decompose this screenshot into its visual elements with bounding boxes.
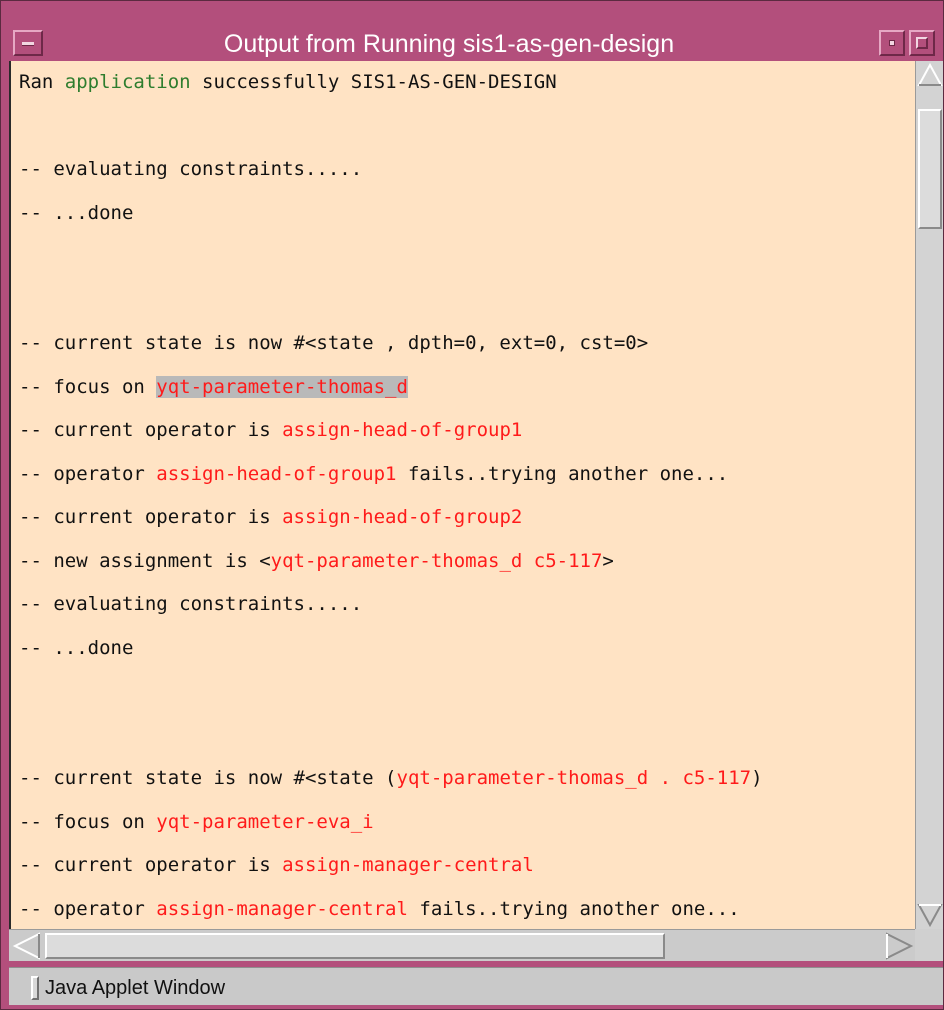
- output-text: -- current operator is: [19, 506, 283, 528]
- applet-indicator-icon: [31, 976, 39, 1000]
- title-bar[interactable]: Output from Running sis1-as-gen-design: [9, 27, 937, 61]
- arrow-right-icon[interactable]: [883, 932, 915, 960]
- output-text: -- focus on: [19, 375, 157, 398]
- output-line: -- focus on yqt-parameter-thomas_d: [19, 373, 408, 401]
- output-line: -- current operator is assign-head-of-gr…: [19, 416, 522, 444]
- output-line: -- current state is now #<state , dpth=0…: [19, 329, 648, 357]
- selected-identifier: yqt-parameter-thomas_d: [156, 375, 408, 398]
- output-text: -- operator: [19, 462, 157, 485]
- output-text: -- evaluating constraints.....: [19, 158, 363, 180]
- window-title: Output from Running sis1-as-gen-design: [223, 30, 675, 58]
- horizontal-scrollbar[interactable]: [9, 929, 915, 961]
- output-text: -- current state is now #<state (: [19, 767, 397, 789]
- output-text: successfully SIS1-AS-GEN-DESIGN: [190, 71, 557, 93]
- highlighted-identifier: assign-head-of-group1: [156, 462, 397, 485]
- highlighted-identifier: yqt-parameter-thomas_d . c5-117: [396, 767, 752, 789]
- highlighted-identifier: application: [64, 71, 191, 93]
- text-caret: [9, 61, 11, 929]
- output-text: -- ...done: [19, 201, 134, 224]
- output-line: -- operator assign-head-of-group1 fails.…: [19, 460, 728, 488]
- highlighted-identifier: yqt-parameter-thomas_d c5-117: [270, 549, 603, 572]
- status-label: Java Applet Window: [45, 977, 226, 999]
- arrow-up-icon[interactable]: [917, 61, 943, 89]
- highlighted-identifier: assign-manager-central: [282, 854, 534, 876]
- output-text: -- evaluating constraints.....: [19, 593, 363, 615]
- output-text: -- ...done: [19, 636, 134, 659]
- vertical-scroll-thumb[interactable]: [918, 109, 942, 229]
- horizontal-scroll-thumb[interactable]: [45, 933, 665, 959]
- output-text: -- current operator is: [19, 854, 283, 876]
- arrow-left-icon[interactable]: [11, 932, 43, 960]
- output-text: -- current state is now #<state , dpth=0…: [19, 332, 649, 354]
- output-line: -- operator assign-manager-central fails…: [19, 895, 740, 923]
- output-text: >: [602, 549, 614, 572]
- maximize-icon[interactable]: [909, 30, 935, 56]
- status-bar: Java Applet Window: [9, 967, 943, 1005]
- output-line: -- current operator is assign-manager-ce…: [19, 851, 534, 879]
- output-line: -- new assignment is <yqt-parameter-thom…: [19, 547, 614, 575]
- highlighted-identifier: assign-head-of-group2: [282, 506, 523, 528]
- scrollbar-corner: [915, 929, 943, 961]
- output-line: -- ...done: [19, 634, 133, 662]
- output-line: -- ...done: [19, 199, 133, 227]
- output-text: ): [751, 767, 763, 789]
- output-text: -- operator: [19, 897, 157, 920]
- window-menu-icon[interactable]: [13, 30, 43, 56]
- output-text: fails..trying another one...: [407, 897, 740, 920]
- minimize-icon[interactable]: [879, 30, 905, 56]
- output-text: Ran: [19, 71, 65, 93]
- output-line: Ran application successfully SIS1-AS-GEN…: [19, 68, 557, 96]
- highlighted-identifier: assign-head-of-group1: [282, 419, 523, 441]
- highlighted-identifier: assign-manager-central: [156, 897, 408, 920]
- highlighted-identifier: yqt-parameter-eva_i: [156, 810, 374, 833]
- output-line: -- evaluating constraints.....: [19, 590, 362, 618]
- output-text-area[interactable]: Ran application successfully SIS1-AS-GEN…: [9, 61, 915, 929]
- output-text: -- current operator is: [19, 419, 283, 441]
- applet-window: Output from Running sis1-as-gen-design R…: [0, 0, 944, 1010]
- output-line: -- current state is now #<state (yqt-par…: [19, 764, 763, 792]
- output-line: -- current operator is assign-head-of-gr…: [19, 503, 522, 531]
- output-text: -- new assignment is <: [19, 549, 271, 572]
- vertical-scrollbar[interactable]: [915, 61, 943, 929]
- output-text: -- focus on: [19, 810, 157, 833]
- output-line: -- evaluating constraints.....: [19, 155, 362, 183]
- output-line: -- focus on yqt-parameter-eva_i: [19, 808, 374, 836]
- output-text: fails..trying another one...: [396, 462, 729, 485]
- arrow-down-icon[interactable]: [917, 901, 943, 929]
